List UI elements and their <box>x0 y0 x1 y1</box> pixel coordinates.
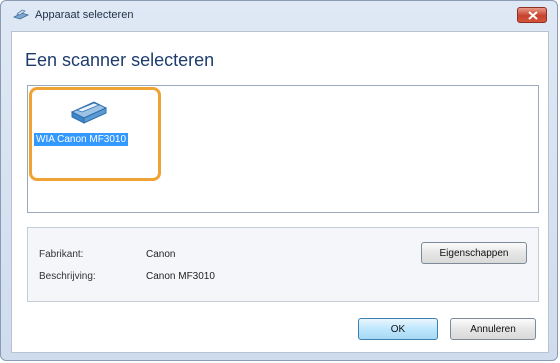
properties-button[interactable]: Eigenschappen <box>421 242 527 264</box>
description-value: Canon MF3010 <box>146 271 215 282</box>
scanner-icon <box>70 101 108 124</box>
description-label: Beschrijving: <box>39 271 96 282</box>
scanner-title-icon <box>13 9 29 20</box>
ok-button[interactable]: OK <box>358 318 438 340</box>
list-item-scanner[interactable]: WIA Canon MF3010 <box>29 87 161 181</box>
page-title: Een scanner selecteren <box>25 50 215 70</box>
dialog-content: Een scanner selecteren WIA Canon MF3010 … <box>11 31 549 353</box>
close-icon <box>528 11 538 20</box>
window-title: Apparaat selecteren <box>35 9 134 21</box>
close-button[interactable] <box>517 7 547 23</box>
manufacturer-label: Fabrikant: <box>39 249 84 260</box>
title-bar[interactable]: Apparaat selecteren <box>1 1 557 29</box>
device-label: WIA Canon MF3010 <box>34 133 129 146</box>
device-details: Fabrikant: Canon Beschrijving: Canon MF3… <box>27 227 539 302</box>
manufacturer-value: Canon <box>146 249 176 260</box>
cancel-button[interactable]: Annuleren <box>450 318 536 340</box>
select-device-dialog: Apparaat selecteren Een scanner selecter… <box>0 0 558 361</box>
device-list[interactable]: WIA Canon MF3010 <box>27 85 539 213</box>
